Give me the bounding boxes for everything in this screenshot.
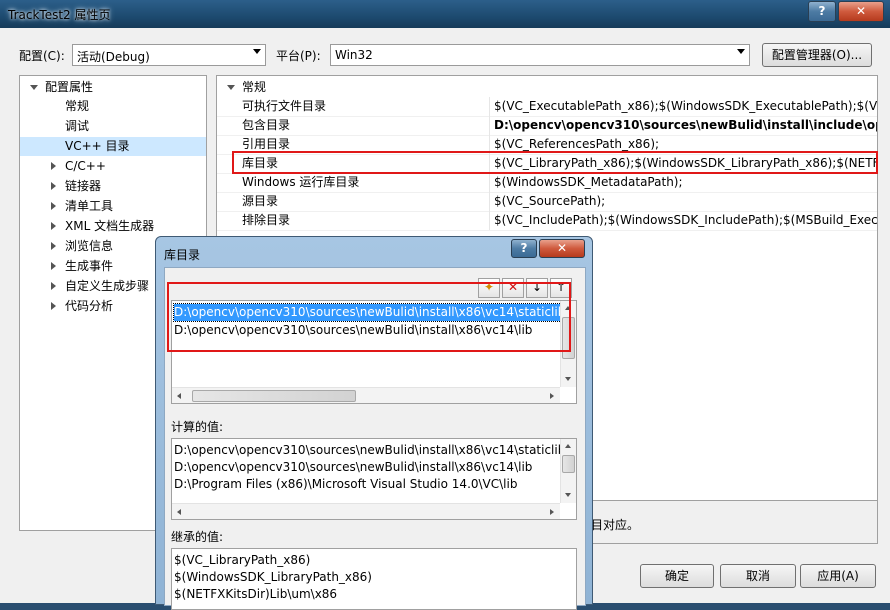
tree-item-label: C/C++	[65, 159, 106, 173]
tree-item-label: XML 文档生成器	[65, 219, 155, 233]
expand-icon[interactable]	[51, 262, 56, 270]
apply-button[interactable]: 应用(A)	[800, 564, 876, 588]
scroll-thumb[interactable]	[192, 390, 356, 402]
scroll-right-icon[interactable]	[550, 393, 554, 399]
scroll-down-icon[interactable]	[565, 377, 571, 381]
tree-item-label: 链接器	[65, 179, 102, 193]
tree-item-label: 浏览信息	[65, 239, 114, 253]
property-value: $(WindowsSDK_MetadataPath);	[494, 175, 683, 189]
ok-button[interactable]: 确定	[640, 564, 714, 588]
tree-item[interactable]: 配置属性	[20, 78, 206, 97]
tree-item[interactable]: XML 文档生成器	[20, 217, 206, 236]
expand-icon[interactable]	[51, 162, 56, 170]
description-text: 目对应。	[591, 518, 640, 532]
expand-icon[interactable]	[51, 202, 56, 210]
collapse-icon	[227, 85, 235, 90]
config-value: 活动(Debug)	[77, 50, 150, 64]
chevron-down-icon	[737, 49, 745, 54]
close-button[interactable]: ✕	[838, 1, 884, 22]
config-label: 配置(C):	[19, 49, 65, 63]
inherited-label: 继承的值:	[171, 530, 224, 544]
property-row[interactable]: 源目录 $(VC_SourcePath);	[217, 192, 877, 212]
property-row[interactable]: 可执行文件目录 $(VC_ExecutablePath_x86);$(Window…	[217, 97, 877, 117]
column-divider	[489, 97, 490, 116]
dialog-close-button[interactable]: ✕	[539, 239, 585, 258]
tree-item-label: 常规	[65, 99, 90, 113]
horizontal-scrollbar[interactable]	[172, 503, 560, 519]
expand-icon[interactable]	[51, 182, 56, 190]
grid-section-label: 常规	[242, 80, 267, 94]
help-button[interactable]: ?	[808, 1, 836, 22]
platform-label: 平台(P):	[276, 49, 321, 63]
scroll-left-icon[interactable]	[177, 509, 181, 515]
computed-item: D:\opencv\opencv310\sources\newBulid\ins…	[174, 460, 533, 474]
computed-item: D:\opencv\opencv310\sources\newBulid\ins…	[174, 443, 566, 457]
column-divider	[489, 173, 490, 192]
tree-item[interactable]: 清单工具	[20, 197, 206, 216]
scroll-up-icon[interactable]	[565, 444, 571, 448]
scroll-thumb[interactable]	[562, 455, 575, 473]
computed-label: 计算的值:	[171, 420, 224, 434]
tree-item-label: VC++ 目录	[65, 139, 130, 153]
expand-icon[interactable]	[51, 282, 56, 290]
expand-icon[interactable]	[51, 242, 56, 250]
property-value: $(VC_SourcePath);	[494, 194, 606, 208]
chevron-down-icon	[253, 49, 261, 54]
property-name: 源目录	[242, 194, 279, 208]
scroll-right-icon[interactable]	[550, 509, 554, 515]
platform-select[interactable]: Win32	[330, 44, 750, 66]
tree-item[interactable]: 链接器	[20, 177, 206, 196]
property-value: D:\opencv\opencv310\sources\newBulid\ins…	[494, 118, 878, 132]
tree-item-label: 清单工具	[65, 199, 114, 213]
config-manager-button[interactable]: 配置管理器(O)...	[762, 43, 872, 67]
vertical-scrollbar[interactable]	[560, 439, 576, 503]
inherited-values-box: $(VC_LibraryPath_x86) $(WindowsSDK_Libra…	[171, 548, 577, 610]
tree-item-label: 配置属性	[45, 80, 94, 94]
tree-item[interactable]: 调试	[20, 117, 206, 136]
property-name: 包含目录	[242, 118, 291, 132]
inherited-item: $(WindowsSDK_LibraryPath_x86)	[174, 570, 372, 584]
property-row[interactable]: 排除目录 $(VC_IncludePath);$(WindowsSDK_Inclu…	[217, 211, 877, 231]
column-divider	[489, 211, 490, 230]
tree-item[interactable]: C/C++	[20, 157, 206, 176]
cancel-button[interactable]: 取消	[720, 564, 796, 588]
property-value: $(VC_ExecutablePath_x86);$(WindowsSDK_Ex…	[494, 99, 878, 113]
grid-section-header[interactable]: 常规	[217, 78, 877, 97]
column-divider	[489, 192, 490, 211]
tree-item[interactable]: VC++ 目录	[20, 137, 206, 156]
property-row[interactable]: 包含目录 D:\opencv\opencv310\sources\newBulid…	[217, 116, 877, 136]
scroll-left-icon[interactable]	[177, 393, 181, 399]
inherited-item: $(VC_LibraryPath_x86)	[174, 553, 311, 567]
tree-item-label: 调试	[65, 119, 90, 133]
window-title: TrackTest2 属性页	[8, 8, 111, 22]
computed-values-box: D:\opencv\opencv310\sources\newBulid\ins…	[171, 438, 577, 520]
horizontal-scrollbar[interactable]	[172, 387, 560, 403]
property-name: Windows 运行库目录	[242, 175, 360, 189]
highlight-rect-entries	[167, 282, 571, 352]
inherited-item: $(NETFXKitsDir)Lib\um\x86	[174, 587, 338, 601]
tree-item-label: 代码分析	[65, 299, 114, 313]
expand-icon[interactable]	[51, 302, 56, 310]
scroll-down-icon[interactable]	[565, 493, 571, 497]
title-bar: TrackTest2 属性页 ? ✕	[0, 0, 890, 28]
column-divider	[489, 116, 490, 135]
config-select[interactable]: 活动(Debug)	[72, 44, 266, 66]
expand-icon[interactable]	[51, 222, 56, 230]
property-value: $(VC_IncludePath);$(WindowsSDK_IncludePa…	[494, 213, 878, 227]
property-row[interactable]: Windows 运行库目录 $(WindowsSDK_MetadataPath);	[217, 173, 877, 193]
platform-value: Win32	[335, 48, 373, 62]
computed-item: D:\Program Files (x86)\Microsoft Visual …	[174, 477, 518, 491]
tree-item[interactable]: 常规	[20, 97, 206, 116]
collapse-icon[interactable]	[30, 85, 38, 90]
tree-item-label: 自定义生成步骤	[65, 279, 150, 293]
property-name: 排除目录	[242, 213, 291, 227]
dialog-title: 库目录	[164, 248, 201, 262]
highlight-rect-libdir	[232, 151, 878, 174]
tree-item-label: 生成事件	[65, 259, 114, 273]
dialog-help-button[interactable]: ?	[511, 239, 537, 258]
property-name: 可执行文件目录	[242, 99, 327, 113]
